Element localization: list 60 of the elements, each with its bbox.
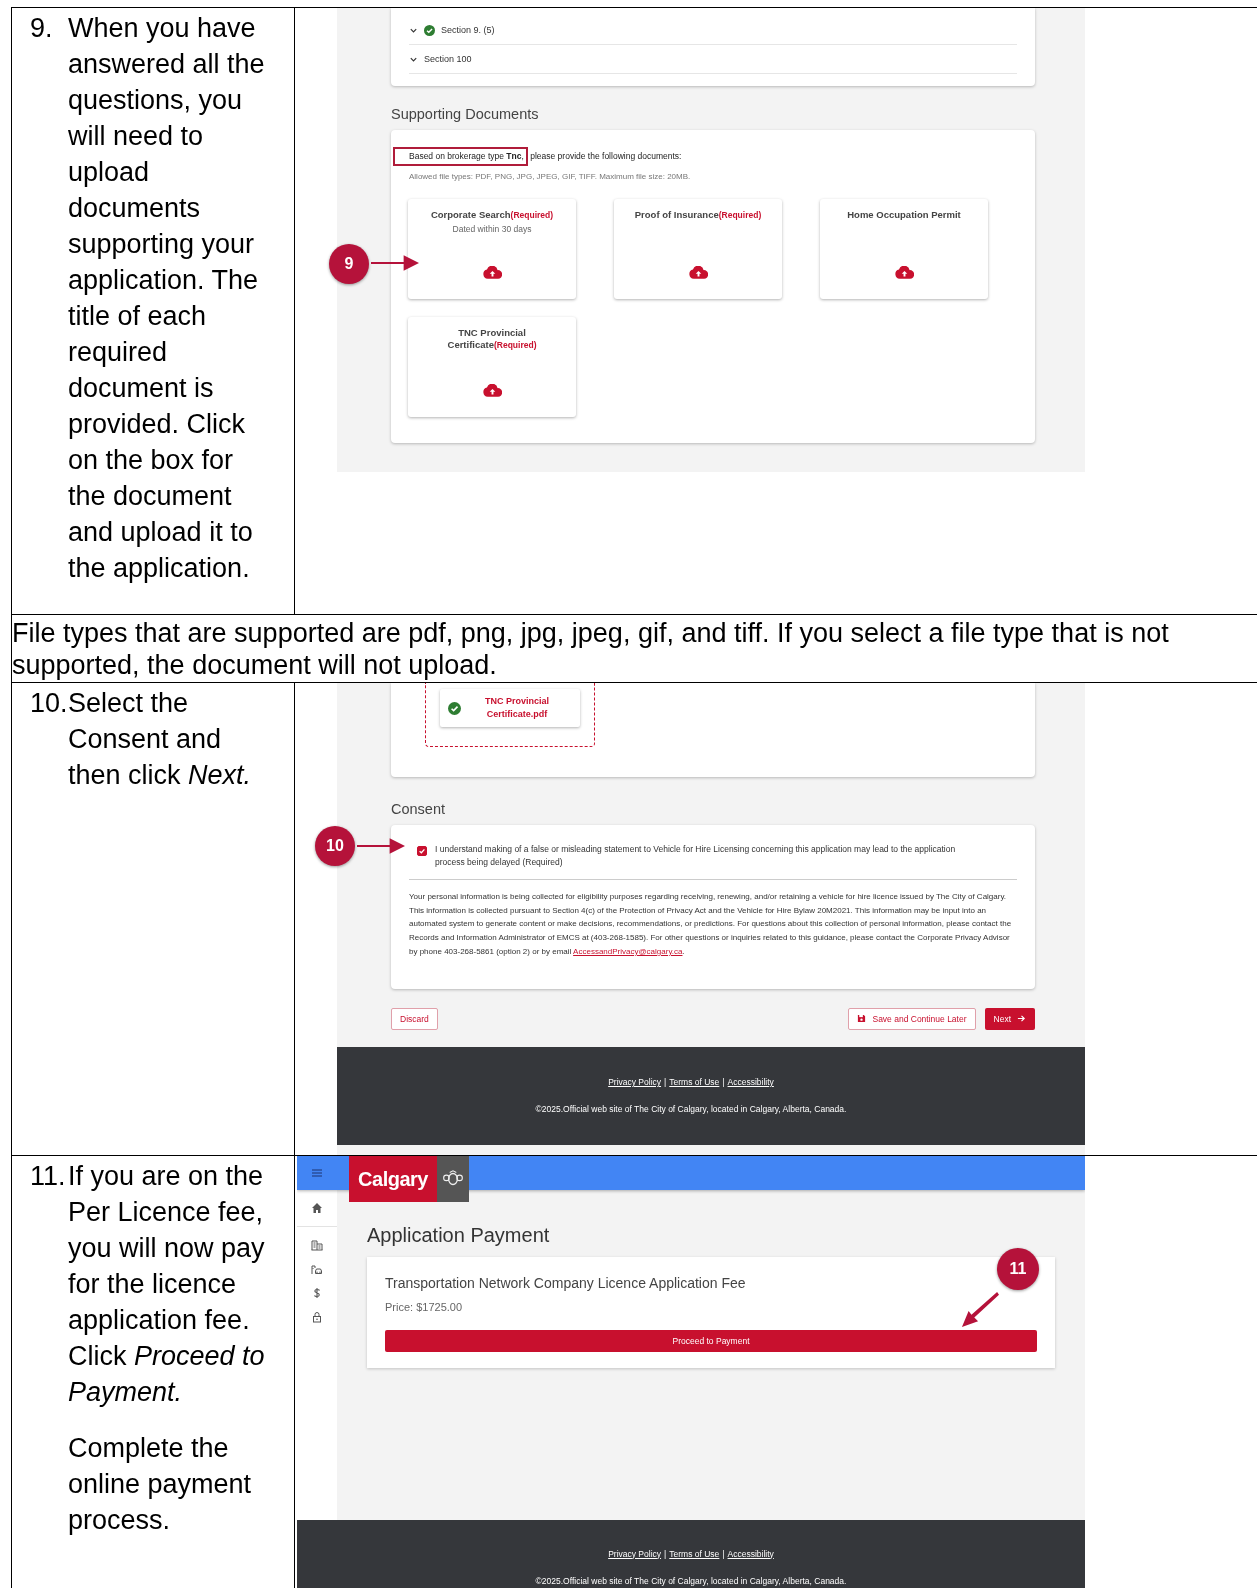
section-heading: Consent: [391, 801, 446, 817]
callout-arrow: [357, 836, 405, 856]
logo[interactable]: Calgary: [349, 1156, 437, 1202]
copyright-text: ©2025.Official web site of The City of Calgary, located in Calgary, Alberta, Canada.: [535, 1575, 847, 1586]
fee-title: Transportation Network Company Licence Application Fee: [385, 1275, 747, 1291]
step-text: Select the Consent and then click Next.: [68, 688, 252, 790]
lock-icon[interactable]: [311, 1311, 323, 1323]
price-text: Price: $1725.00: [385, 1301, 464, 1313]
footer-link[interactable]: Terms of Use: [669, 1548, 720, 1559]
checkbox-label: I understand making of a false or misleading statement to Vehicle for Hire Licensing concerning this application may lead to the application process being delayed (Required): [435, 843, 957, 869]
upload-tile[interactable]: Home Occupation Permit: [820, 199, 988, 299]
section-label[interactable]: Section 100: [424, 54, 472, 64]
footer-link[interactable]: Privacy Policy: [608, 1548, 662, 1559]
step-badge: 10: [315, 826, 355, 866]
file-chip[interactable]: TNC Provincial Certificate.pdf: [440, 689, 580, 727]
separator-text: |: [722, 1077, 725, 1087]
step-number: 11.: [30, 1160, 67, 1193]
crest-icon: [442, 1170, 464, 1188]
proceed-button[interactable]: Proceed to Payment: [385, 1330, 1037, 1352]
cloud-upload-icon: [688, 266, 708, 279]
footer-link[interactable]: Accessibility: [727, 1077, 774, 1087]
upload-tile[interactable]: Proof of Insurance(Required): [614, 199, 782, 299]
footer-link[interactable]: Privacy Policy: [608, 1077, 662, 1087]
arrow-right-icon: [1017, 1014, 1026, 1023]
upload-tile[interactable]: TNC Provincial Certificate(Required): [408, 317, 576, 417]
building-icon[interactable]: [311, 1239, 323, 1251]
step-number: 9.: [30, 12, 54, 45]
step-badge: 9: [329, 244, 369, 284]
step-text: When you have answered all the questions, you will need to upload documents supporting your application. The title of each required document is provided. Click on the box for the document and upload it to the application.: [68, 13, 265, 583]
step-badge: 11: [997, 1248, 1039, 1290]
footer-link[interactable]: Terms of Use: [669, 1077, 720, 1087]
step-text: Complete the online payment process.: [68, 1432, 253, 1537]
home-icon[interactable]: [311, 1202, 323, 1214]
section-label[interactable]: Section 9. (5): [441, 25, 495, 35]
separator-text: |: [664, 1548, 667, 1559]
copyright-text: ©2025.Official web site of The City of Calgary, located in Calgary, Alberta, Canada.: [535, 1104, 847, 1114]
next-button[interactable]: Next: [984, 1007, 1035, 1030]
upload-dropzone[interactable]: TNC Provincial Certificate.pdf: [425, 683, 595, 747]
checkbox[interactable]: [417, 846, 427, 856]
callout-arrow: [371, 253, 419, 273]
instruction-text: Based on brokerage type Tnc, please provide the following documents:: [393, 142, 1017, 166]
car-building-icon[interactable]: [311, 1263, 323, 1275]
cloud-upload-icon: [482, 266, 502, 279]
check-circle-icon: [448, 701, 461, 715]
footer-link[interactable]: Accessibility: [727, 1548, 774, 1559]
save-button[interactable]: Save and Continue Later: [848, 1007, 976, 1030]
callout-arrow: [961, 1290, 999, 1328]
discard-button[interactable]: Discard: [391, 1007, 438, 1030]
section-heading: Supporting Documents: [391, 106, 540, 122]
privacy-notice: Your personal information is being collected for eligibility purposes regarding receiving, renewing, and/or retaining a vehicle for hire licence issued by The City of Calgary. This information is collected pursuant to Section 4(c) of the Protection of Privacy Act and the Vehicle for Hire Bylaw 20M2021. This information may be input into an automated system to generate content or make decisions, recommendations, or predictions. For questions about this collection of personal information, please contact the Records and Information Administrator of EMCS at (403-268-1585). For other questions or inquiries related to this guidance, please contact the Corporate Privacy Advisor by phone 403-268-5861 (option 2) or by email AccessandPrivacy@calgary.ca.: [409, 891, 1013, 958]
separator-text: |: [722, 1548, 725, 1559]
upload-tile[interactable]: Corporate Search(Required) Dated within 30 days: [408, 199, 576, 299]
cloud-upload-icon: [894, 266, 914, 279]
dollar-icon[interactable]: [311, 1287, 323, 1299]
step-number: 10.: [30, 687, 68, 720]
step-text: If you are on the Per Licence fee, you will now pay for the licence application fee. Click Proceed to Payment.: [68, 1161, 265, 1407]
cloud-upload-icon: [482, 384, 502, 397]
page-title: Application Payment: [367, 1224, 551, 1247]
hint-text: Allowed file types: PDF, PNG, JPG, JPEG, GIF, TIFF. Maximum file size: 20MB.: [409, 172, 692, 181]
separator-text: |: [664, 1077, 667, 1087]
